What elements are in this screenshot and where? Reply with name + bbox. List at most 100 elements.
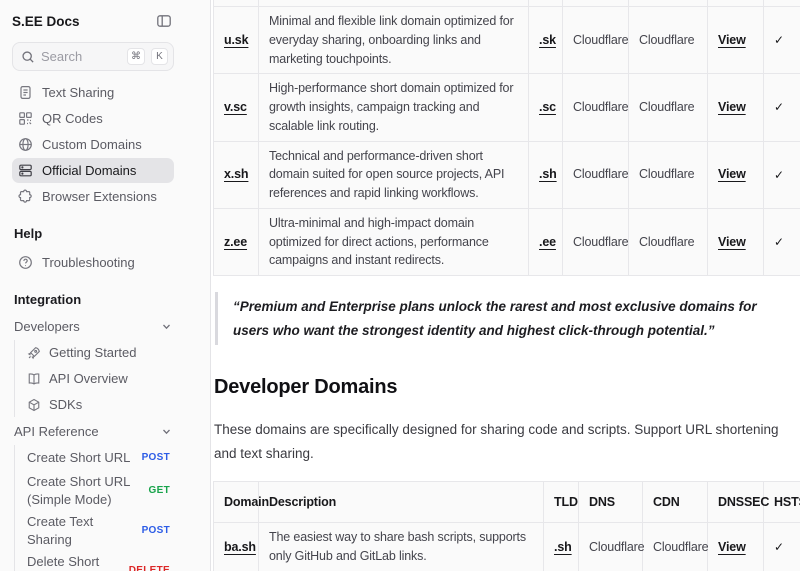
group-label: Developers: [14, 319, 80, 334]
sidebar-item-text-sharing[interactable]: Text Sharing: [12, 80, 174, 105]
qr-code-icon: [18, 111, 33, 126]
app-window: S.EE Docs ⌘ K Text Sharing QR Codes: [0, 0, 800, 571]
sidebar-item-delete-short-url[interactable]: Delete Short URL DELETE: [23, 551, 174, 571]
hsts-check: ✓: [764, 523, 800, 571]
section-heading-help: Help: [14, 226, 174, 241]
sidebar-item-label: Create Short URL: [27, 449, 134, 467]
chevron-down-icon: [161, 321, 172, 332]
domain-description: High-performance short domain optimized …: [259, 74, 529, 141]
sidebar-item-qr-codes[interactable]: QR Codes: [12, 106, 174, 131]
method-badge: POST: [142, 525, 170, 536]
main-content: u.sk Minimal and flexible link domain op…: [211, 0, 800, 571]
column-header: Description: [259, 481, 544, 523]
sidebar-item-label: Create Text Sharing: [27, 513, 134, 548]
hsts-check: ✓: [764, 74, 800, 141]
method-badge: GET: [149, 485, 170, 496]
sidebar-item-create-short-url-simple[interactable]: Create Short URL (Simple Mode) GET: [23, 471, 174, 510]
dns-value: Cloudflare: [563, 74, 629, 141]
cdn-value: Cloudflare: [629, 74, 708, 141]
group-label: API Reference: [14, 424, 99, 439]
tld-link[interactable]: .sh: [554, 540, 572, 554]
cdn-value: Cloudflare: [629, 141, 708, 208]
tld-link[interactable]: .sc: [539, 100, 556, 114]
developers-sub-list: Getting Started API Overview SDKs: [14, 340, 174, 417]
cube-icon: [27, 398, 41, 412]
cmd-key-chip: ⌘: [127, 48, 145, 65]
method-badge: POST: [142, 452, 170, 463]
sidebar-item-browser-extensions[interactable]: Browser Extensions: [12, 184, 174, 209]
domain-link[interactable]: x.sh: [224, 167, 248, 181]
sidebar-item-label: Official Domains: [42, 163, 136, 178]
sidebar-item-create-text-sharing[interactable]: Create Text Sharing POST: [23, 511, 174, 550]
domain-link[interactable]: z.ee: [224, 235, 247, 249]
tld-link[interactable]: .sh: [539, 167, 557, 181]
domain-link[interactable]: u.sk: [224, 33, 248, 47]
sidebar-item-label: Create Short URL (Simple Mode): [27, 473, 141, 508]
sidebar-item-create-short-url[interactable]: Create Short URL POST: [23, 445, 174, 470]
table-row: u.sk Minimal and flexible link domain op…: [214, 7, 800, 74]
sidebar: S.EE Docs ⌘ K Text Sharing QR Codes: [0, 0, 211, 571]
page-title: Developer Domains: [214, 376, 800, 399]
sidebar-item-sdks[interactable]: SDKs: [23, 392, 174, 417]
cdn-value: Cloudflare: [643, 523, 708, 571]
dnssec-view-link[interactable]: View: [718, 540, 746, 554]
domain-link[interactable]: ba.sh: [224, 540, 256, 554]
method-badge: DELETE: [129, 565, 170, 571]
collapse-sidebar-button[interactable]: [154, 11, 174, 31]
sidebar-item-label: QR Codes: [42, 111, 103, 126]
group-api-reference[interactable]: API Reference: [12, 419, 174, 444]
section-heading-integration: Integration: [14, 292, 174, 307]
dnssec-view-link[interactable]: View: [718, 33, 746, 47]
sidebar-item-label: Delete Short URL: [27, 553, 121, 571]
hsts-check: ✓: [764, 7, 800, 74]
hsts-check: ✓: [764, 208, 800, 275]
panel-toggle-icon: [156, 13, 172, 29]
search-icon: [21, 50, 35, 64]
dnssec-view-link[interactable]: View: [718, 100, 746, 114]
sidebar-item-official-domains[interactable]: Official Domains: [12, 158, 174, 183]
domain-description: Technical and performance-driven short d…: [259, 141, 529, 208]
table-row: x.sh Technical and performance-driven sh…: [214, 141, 800, 208]
column-header: DNS: [579, 481, 643, 523]
sidebar-item-troubleshooting[interactable]: Troubleshooting: [12, 250, 174, 275]
premium-quote: “Premium and Enterprise plans unlock the…: [215, 292, 800, 345]
document-icon: [18, 85, 33, 100]
dns-value: Cloudflare: [579, 523, 643, 571]
column-header: Domain: [214, 481, 259, 523]
sidebar-item-label: API Overview: [49, 370, 170, 388]
section-intro: These domains are specifically designed …: [214, 418, 789, 465]
domain-description: The easiest way to share bash scripts, s…: [259, 523, 544, 571]
puzzle-icon: [18, 189, 33, 204]
column-header: DNSSEC: [708, 481, 764, 523]
domain-link[interactable]: v.sc: [224, 100, 247, 114]
dnssec-view-link[interactable]: View: [718, 235, 746, 249]
sidebar-item-label: SDKs: [49, 396, 170, 414]
sidebar-item-getting-started[interactable]: Getting Started: [23, 340, 174, 365]
tld-link[interactable]: .sk: [539, 33, 556, 47]
sidebar-item-label: Troubleshooting: [42, 255, 135, 270]
sidebar-nav: Text Sharing QR Codes Custom Domains Off…: [12, 80, 174, 209]
dnssec-view-link[interactable]: View: [718, 167, 746, 181]
question-circle-icon: [18, 255, 33, 270]
sidebar-header: S.EE Docs: [12, 10, 174, 32]
table-row: v.sc High-performance short domain optim…: [214, 74, 800, 141]
column-header: TLD: [544, 481, 579, 523]
dns-value: Cloudflare: [563, 7, 629, 74]
table-row: z.ee Ultra-minimal and high-impact domai…: [214, 208, 800, 275]
sidebar-item-label: Custom Domains: [42, 137, 142, 152]
hsts-check: ✓: [764, 141, 800, 208]
api-reference-sub-list: Create Short URL POST Create Short URL (…: [14, 445, 174, 571]
tld-link[interactable]: .ee: [539, 235, 556, 249]
app-title: S.EE Docs: [12, 14, 80, 29]
sidebar-item-custom-domains[interactable]: Custom Domains: [12, 132, 174, 157]
sidebar-item-api-overview[interactable]: API Overview: [23, 366, 174, 391]
globe-icon: [18, 137, 33, 152]
search-input[interactable]: [41, 49, 121, 64]
group-developers[interactable]: Developers: [12, 314, 174, 339]
official-domains-table: u.sk Minimal and flexible link domain op…: [213, 0, 800, 276]
rocket-icon: [27, 346, 41, 360]
sidebar-item-label: Text Sharing: [42, 85, 114, 100]
domain-description: Ultra-minimal and high-impact domain opt…: [259, 208, 529, 275]
search-box[interactable]: ⌘ K: [12, 42, 174, 71]
sidebar-item-label: Browser Extensions: [42, 189, 157, 204]
